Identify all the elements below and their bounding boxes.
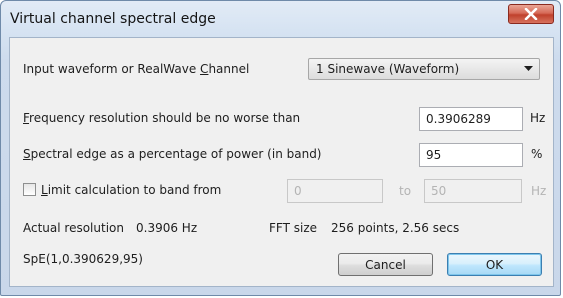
input-channel-selected: 1 Sinewave (Waveform) bbox=[316, 62, 460, 76]
frequency-resolution-field[interactable] bbox=[419, 107, 523, 131]
frequency-unit-label: Hz bbox=[530, 111, 546, 125]
spectral-edge-percent-field[interactable] bbox=[419, 143, 523, 167]
dialog-window: Virtual channel spectral edge Input wave… bbox=[0, 0, 561, 296]
limit-band-checkbox[interactable] bbox=[23, 183, 36, 196]
dialog-client-area: Input waveform or RealWave Channel 1 Sin… bbox=[9, 37, 554, 287]
title-bar[interactable]: Virtual channel spectral edge bbox=[1, 1, 560, 37]
band-to-label: to bbox=[399, 184, 412, 198]
ok-button[interactable]: OK bbox=[447, 253, 542, 276]
frequency-resolution-label: Frequency resolution should be no worse … bbox=[23, 111, 301, 125]
spectral-edge-label: Spectral edge as a percentage of power (… bbox=[23, 147, 322, 161]
actual-resolution-label: Actual resolution bbox=[23, 221, 124, 235]
limit-band-label: Limit calculation to band from bbox=[41, 183, 222, 197]
expression-text: SpE(1,0.390629,95) bbox=[23, 252, 143, 266]
close-button[interactable] bbox=[508, 4, 554, 24]
chevron-down-icon bbox=[524, 66, 533, 71]
fft-size-value: 256 points, 2.56 secs bbox=[331, 221, 460, 235]
band-to-field[interactable] bbox=[424, 179, 522, 203]
input-channel-select[interactable]: 1 Sinewave (Waveform) bbox=[308, 58, 540, 80]
fft-size-label: FFT size bbox=[269, 221, 318, 235]
actual-resolution-value: 0.3906 Hz bbox=[136, 221, 198, 235]
input-channel-label: Input waveform or RealWave Channel bbox=[23, 62, 250, 76]
percent-unit-label: % bbox=[531, 147, 543, 161]
band-unit-label: Hz bbox=[531, 184, 547, 198]
band-from-field[interactable] bbox=[287, 179, 383, 203]
cancel-button[interactable]: Cancel bbox=[338, 253, 433, 276]
window-title: Virtual channel spectral edge bbox=[10, 11, 216, 27]
close-icon bbox=[524, 8, 538, 20]
